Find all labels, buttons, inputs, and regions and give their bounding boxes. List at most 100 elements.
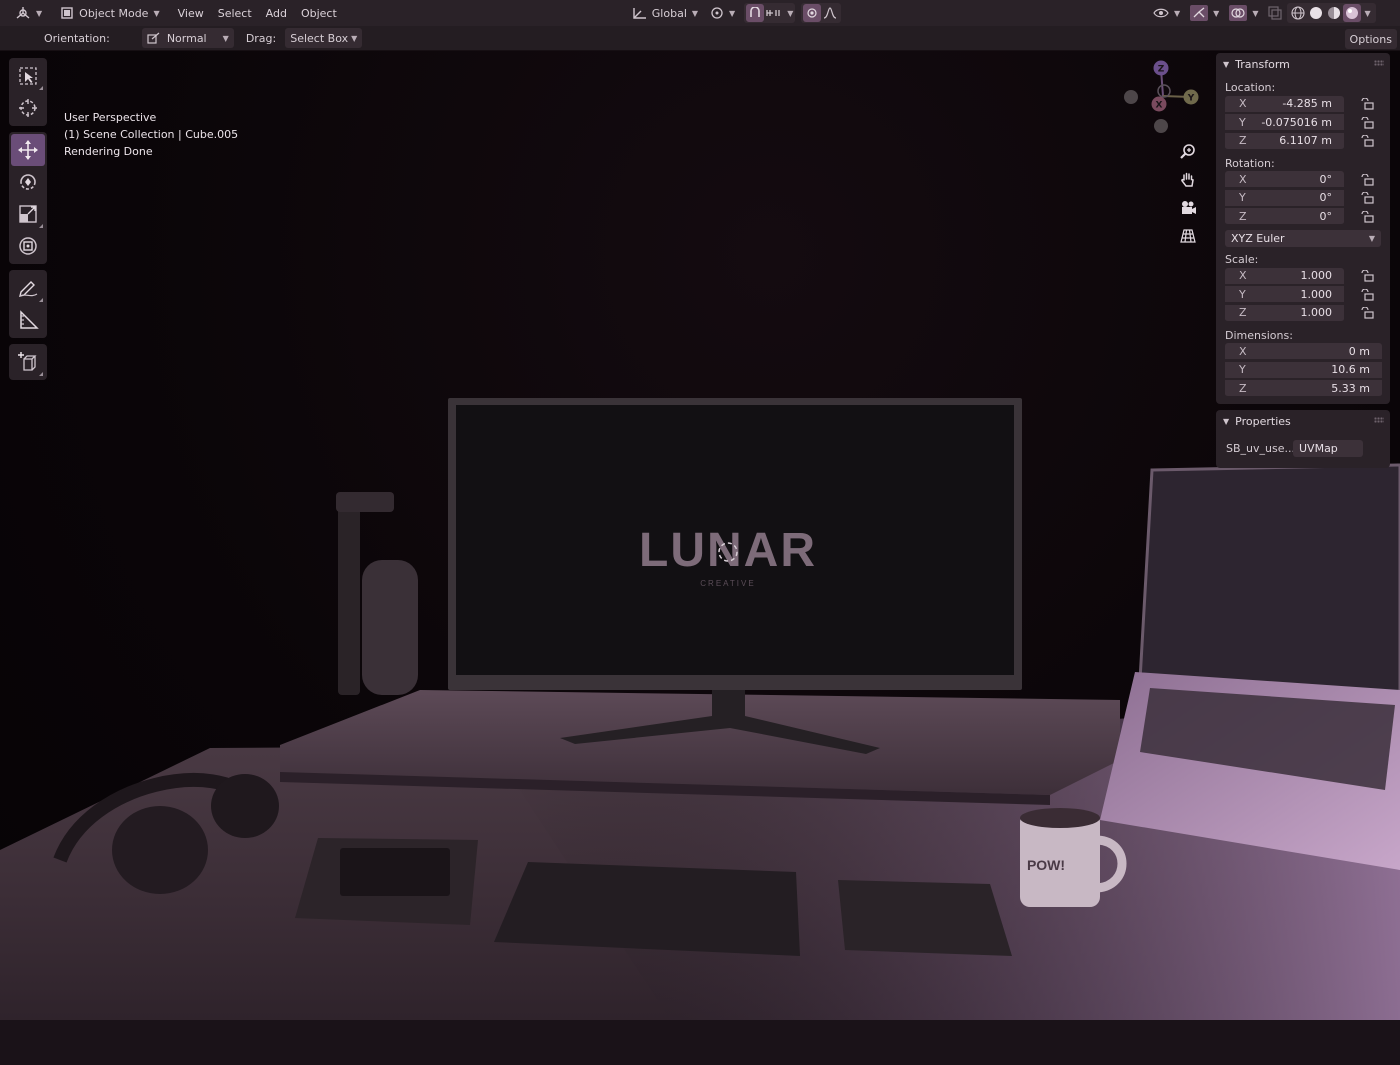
unlock-icon[interactable] (1360, 210, 1374, 223)
options-button[interactable]: Options (1344, 29, 1397, 49)
rotate-tool[interactable] (11, 166, 45, 198)
solid-shading-icon[interactable] (1307, 4, 1325, 22)
drag-select[interactable]: Select Box ▼ (285, 28, 363, 48)
properties-title: Properties (1235, 414, 1291, 428)
proportional-edit-icon[interactable] (803, 4, 822, 22)
menu-view[interactable]: View (171, 3, 211, 23)
pivot-point-select[interactable]: ▼ (705, 3, 740, 23)
gizmo-x-label: X (1156, 101, 1163, 111)
scale-y-row: Y 1.000 (1216, 286, 1390, 305)
orientation-select[interactable]: Normal ▼ (141, 28, 234, 48)
field-value: 10.6 m (1331, 363, 1370, 377)
transform-tool[interactable] (11, 230, 45, 262)
eye-icon (1153, 8, 1169, 18)
overlays-toggle[interactable]: ▼ (1224, 3, 1263, 23)
rotation-label: Rotation: (1225, 156, 1275, 170)
tool-shelf (9, 58, 47, 386)
axis-label: Z (1239, 306, 1247, 320)
proportional-group (801, 3, 842, 23)
select-box-tool[interactable] (11, 60, 45, 92)
unlock-icon[interactable] (1360, 116, 1374, 129)
rotation-y-field[interactable]: Y 0° (1225, 189, 1344, 207)
axis-label: Y (1239, 115, 1246, 129)
custom-property-row: SB_uv_use... UVMap (1216, 432, 1390, 458)
scale-z-field[interactable]: Z 1.000 (1225, 304, 1344, 322)
snap-toggle-icon[interactable] (746, 4, 765, 22)
snap-increment-icon[interactable] (764, 4, 782, 22)
dimensions-y-field[interactable]: Y 10.6 m (1225, 361, 1382, 379)
unlock-icon[interactable] (1360, 192, 1374, 204)
zoom-button[interactable] (1176, 138, 1200, 166)
dimensions-z-row: Z 5.33 m (1216, 380, 1390, 399)
drag-grip-icon[interactable] (1374, 417, 1384, 423)
rotation-z-row: Z 0° (1216, 208, 1390, 227)
collection-text: (1) Scene Collection | Cube.005 (64, 128, 239, 141)
scale-x-field[interactable]: X 1.000 (1225, 267, 1344, 285)
dimensions-x-field[interactable]: X 0 m (1225, 343, 1382, 361)
location-z-field[interactable]: Z 6.1107 m (1225, 132, 1344, 150)
snap-group: ▼ (744, 3, 796, 23)
scale-y-field[interactable]: Y 1.000 (1225, 286, 1344, 304)
edit-controller-screen (340, 848, 450, 896)
xray-icon (1268, 6, 1283, 20)
material-shading-icon[interactable] (1325, 4, 1343, 22)
camera-view-button[interactable] (1176, 194, 1200, 222)
custom-property-value-field[interactable]: UVMap (1293, 439, 1363, 457)
measure-tool[interactable] (11, 304, 45, 336)
keyboard (494, 862, 800, 956)
menu-select[interactable]: Select (211, 3, 259, 23)
gizmo-neg-x-ball[interactable] (1124, 90, 1138, 104)
dimensions-y-row: Y 10.6 m (1216, 361, 1390, 380)
chevron-down-icon[interactable]: ▼ (787, 9, 793, 18)
mode-select[interactable]: Object Mode ▼ (55, 3, 164, 23)
gizmo-toggle[interactable]: ▼ (1185, 3, 1224, 23)
unlock-icon[interactable] (1360, 135, 1374, 147)
mic-arm-top (336, 492, 394, 512)
grid-perspective-icon (1180, 229, 1196, 243)
unlock-icon[interactable] (1360, 270, 1374, 282)
chevron-down-icon[interactable]: ▼ (1364, 9, 1370, 18)
zoom-magnifier-icon (1180, 144, 1195, 159)
menu-object[interactable]: Object (294, 3, 344, 23)
transform-panel: ▼ Transform Location: X -4.285 m Y -0.0750… (1216, 53, 1390, 404)
properties-panel-header[interactable]: ▼ Properties (1216, 410, 1390, 432)
dimensions-z-field[interactable]: Z 5.33 m (1225, 380, 1382, 398)
wireframe-shading-icon[interactable] (1289, 4, 1307, 22)
add-cube-tool[interactable] (11, 346, 45, 378)
drag-grip-icon[interactable] (1374, 60, 1384, 66)
rendered-shading-icon[interactable] (1343, 4, 1362, 22)
tool-group-transform (9, 132, 47, 264)
gizmo-neg-z-ball[interactable] (1154, 119, 1168, 133)
editor-type-button[interactable]: ▼ (10, 3, 47, 23)
field-value: 1.000 (1300, 287, 1333, 301)
xray-toggle[interactable] (1263, 3, 1287, 23)
unlock-icon[interactable] (1360, 288, 1374, 301)
cursor-tool[interactable] (11, 92, 45, 124)
move-tool[interactable] (11, 134, 45, 166)
monitor-logo: LUNAR (639, 524, 817, 577)
rotation-x-field[interactable]: X 0° (1225, 171, 1344, 189)
rotation-z-field[interactable]: Z 0° (1225, 208, 1344, 226)
visibility-select[interactable]: ▼ (1148, 3, 1185, 23)
transform-panel-header[interactable]: ▼ Transform (1216, 53, 1390, 75)
chevron-down-icon: ▼ (1368, 234, 1375, 243)
mug-top (1020, 808, 1100, 828)
tool-group-select (9, 58, 47, 126)
pan-button[interactable] (1176, 166, 1200, 194)
unlock-icon[interactable] (1360, 307, 1374, 319)
location-y-field[interactable]: Y -0.075016 m (1225, 114, 1344, 132)
menu-add[interactable]: Add (259, 3, 294, 23)
falloff-curve-icon[interactable] (821, 4, 839, 22)
navigation-gizmo[interactable]: Z Y X (1118, 56, 1208, 146)
transform-orientation-select[interactable]: Global ▼ (627, 3, 703, 23)
rotation-mode-select[interactable]: XYZ Euler ▼ (1225, 230, 1381, 247)
unlock-icon[interactable] (1360, 98, 1374, 110)
scale-tool[interactable] (11, 198, 45, 230)
location-x-field[interactable]: X -4.285 m (1225, 95, 1344, 113)
field-value: 5.33 m (1331, 381, 1370, 395)
annotate-tool[interactable] (11, 272, 45, 304)
perspective-toggle-button[interactable] (1176, 222, 1200, 250)
axis-label: X (1239, 172, 1247, 186)
viewport-header: ▼ Object Mode ▼ View Select Add Object G… (0, 0, 1400, 26)
unlock-icon[interactable] (1360, 173, 1374, 186)
